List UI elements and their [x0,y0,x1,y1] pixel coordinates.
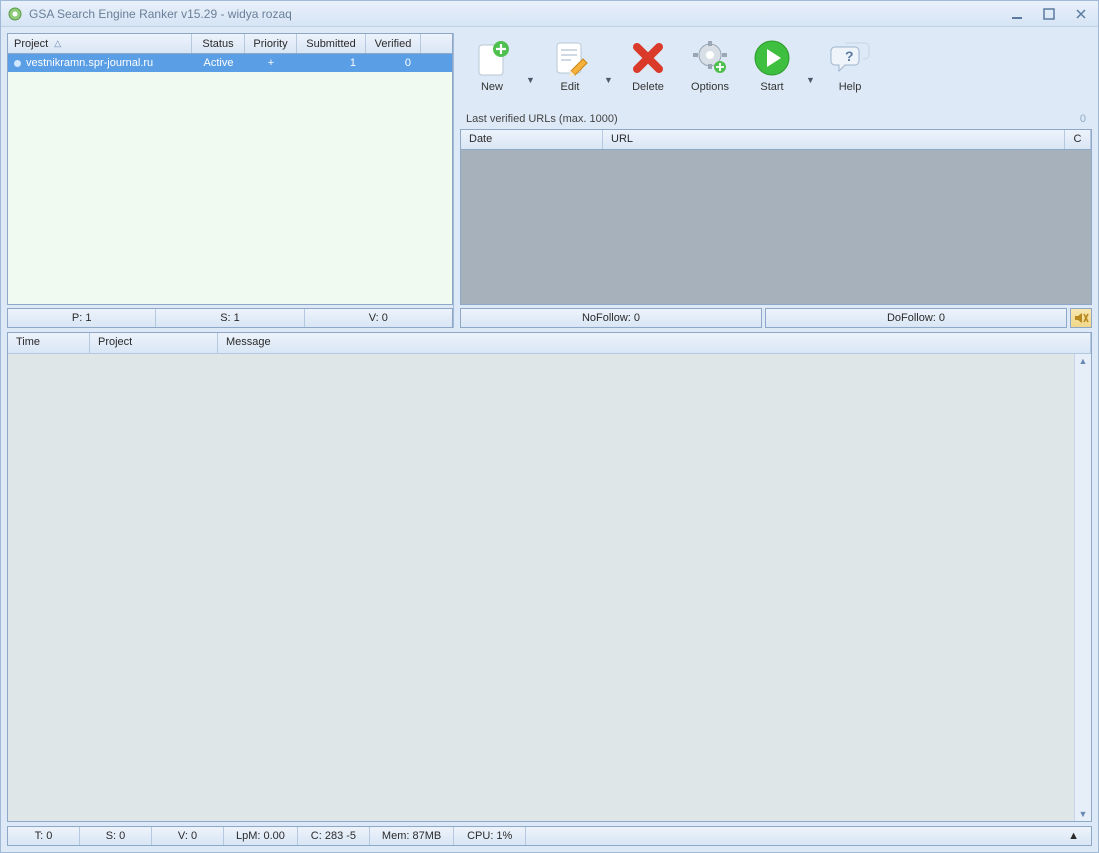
verified-urls-label: Last verified URLs (max. 1000) 0 [460,111,1092,127]
col-time[interactable]: Time [8,333,90,353]
start-button[interactable]: Start [744,37,800,93]
start-label: Start [760,81,783,93]
help-icon: ? [829,37,871,79]
edit-dropdown[interactable]: ▼ [604,61,614,85]
minimize-button[interactable] [1006,6,1028,22]
svg-text:?: ? [845,48,854,64]
col-c[interactable]: C [1065,130,1091,149]
status-t: T: 0 [8,827,80,845]
maximize-button[interactable] [1038,6,1060,22]
status-dot-icon [14,60,21,67]
dofollow-cell: DoFollow: 0 [765,308,1067,328]
projects-panel: Project △ Status Priority Submitted Verif… [7,33,454,328]
follow-bar: NoFollow: 0 DoFollow: 0 [460,308,1092,328]
verified-count: 0 [1080,113,1086,125]
col-log-project[interactable]: Project [90,333,218,353]
col-project[interactable]: Project △ [8,34,192,53]
summary-p: P: 1 [8,309,156,327]
status-c: C: 283 -5 [298,827,370,845]
start-dropdown[interactable]: ▼ [806,61,816,85]
edit-icon [549,37,591,79]
status-lpm: LpM: 0.00 [224,827,298,845]
log-scrollbar[interactable]: ▲ ▼ [1074,354,1091,821]
status-s: S: 0 [80,827,152,845]
options-button[interactable]: Options [682,37,738,93]
status-dropdown-icon[interactable]: ▲ [1068,828,1079,842]
title-bar: GSA Search Engine Ranker v15.29 - widya … [1,1,1098,27]
scroll-up-icon[interactable]: ▲ [1079,356,1088,366]
col-verified[interactable]: Verified [366,34,421,53]
nofollow-cell: NoFollow: 0 [460,308,762,328]
sort-asc-icon: △ [54,38,61,49]
url-header: Date URL C [460,129,1092,150]
options-icon [689,37,731,79]
project-priority: + [245,57,297,69]
projects-body[interactable]: vestnikramn.spr-journal.ru Active + 1 0 [7,54,453,305]
new-button[interactable]: New [464,37,520,93]
project-name: vestnikramn.spr-journal.ru [26,57,153,69]
help-button[interactable]: ? Help [822,37,878,93]
new-icon [471,37,513,79]
edit-label: Edit [561,81,580,93]
delete-label: Delete [632,81,664,93]
log-panel: Time Project Message ▲ ▼ [7,332,1092,822]
log-body[interactable]: ▲ ▼ [8,354,1091,821]
project-verified: 0 [366,57,421,69]
app-icon [7,6,23,22]
right-panel: New ▼ Edit ▼ Delete Options [460,33,1092,328]
mute-button[interactable] [1070,308,1092,328]
status-bar: T: 0 S: 0 V: 0 LpM: 0.00 C: 283 -5 Mem: … [7,826,1092,846]
col-submitted[interactable]: Submitted [297,34,366,53]
delete-button[interactable]: Delete [620,37,676,93]
col-priority[interactable]: Priority [245,34,297,53]
new-dropdown[interactable]: ▼ [526,61,536,85]
col-message[interactable]: Message [218,333,1091,353]
scroll-down-icon[interactable]: ▼ [1079,809,1088,819]
url-body[interactable] [460,150,1092,305]
status-v: V: 0 [152,827,224,845]
log-header: Time Project Message [8,333,1091,354]
delete-icon [627,37,669,79]
toolbar: New ▼ Edit ▼ Delete Options [460,33,1092,111]
options-label: Options [691,81,729,93]
summary-s: S: 1 [156,309,304,327]
summary-v: V: 0 [305,309,452,327]
col-project-label: Project [14,38,48,50]
start-icon [751,37,793,79]
status-cpu: CPU: 1% [454,827,526,845]
edit-button[interactable]: Edit [542,37,598,93]
new-label: New [481,81,503,93]
status-spacer: ▲ [526,827,1091,845]
col-url[interactable]: URL [603,130,1065,149]
col-status[interactable]: Status [192,34,245,53]
help-label: Help [839,81,862,93]
projects-header: Project △ Status Priority Submitted Verif… [7,33,453,54]
project-status: Active [192,57,245,69]
window-title: GSA Search Engine Ranker v15.29 - widya … [29,7,1006,21]
project-submitted: 1 [297,57,366,69]
verified-text: Last verified URLs (max. 1000) [466,113,618,125]
status-mem: Mem: 87MB [370,827,454,845]
project-row[interactable]: vestnikramn.spr-journal.ru Active + 1 0 [8,54,452,72]
project-summary-bar: P: 1 S: 1 V: 0 [7,308,453,328]
col-date[interactable]: Date [461,130,603,149]
close-button[interactable] [1070,6,1092,22]
